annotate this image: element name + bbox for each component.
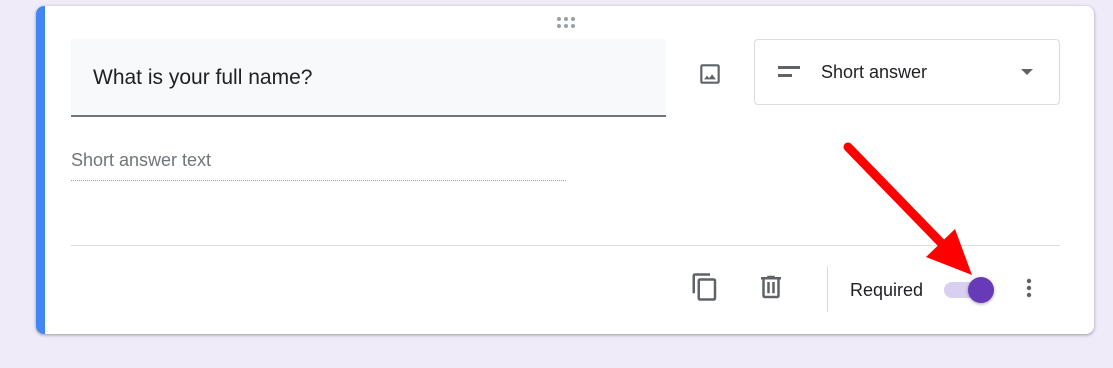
toggle-thumb [968,277,994,303]
active-accent-bar [36,6,45,334]
delete-button[interactable] [753,269,789,305]
required-label: Required [850,280,924,300]
drag-handle-icon[interactable] [555,16,579,30]
chevron-down-icon [1021,69,1033,75]
more-options-button[interactable] [1011,270,1047,306]
duplicate-button[interactable] [687,269,723,305]
trash-icon [761,275,781,299]
footer-separator [827,266,828,312]
question-type-dropdown[interactable]: Short answer [754,39,1060,105]
footer-divider [71,245,1060,246]
image-icon [700,64,720,84]
more-vert-icon [1026,278,1032,298]
question-title-field[interactable]: What is your full name? [71,39,666,117]
required-toggle[interactable] [944,276,996,306]
short-answer-placeholder: Short answer text [71,150,212,170]
answer-underline [71,180,566,181]
add-image-button[interactable] [692,56,728,92]
question-title-text: What is your full name? [93,66,313,89]
copy-icon [692,273,717,301]
question-card[interactable]: What is your full name? Short answer Sho… [36,6,1094,334]
short-text-icon [778,66,800,77]
question-type-label: Short answer [821,62,928,82]
